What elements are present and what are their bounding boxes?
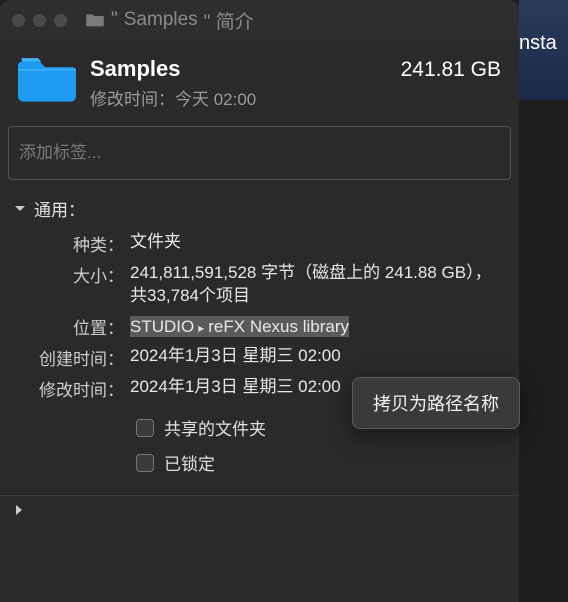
- created-value: 2024年1月3日 星期三 02:00: [130, 345, 501, 368]
- kind-label: 种类: [18, 231, 130, 256]
- locked-row[interactable]: 已锁定: [18, 450, 501, 475]
- general-info-rows: 种类 文件夹 大小 241,811,591,528 字节（磁盘上的 241.88…: [0, 225, 519, 489]
- zoom-button[interactable]: [54, 14, 67, 27]
- more-info-section-header[interactable]: [0, 495, 519, 520]
- titlebar[interactable]: "Samples" 简介: [0, 0, 519, 40]
- folder-name: Samples: [90, 56, 401, 82]
- modified-summary: 修改时间：今天 02:00: [90, 85, 401, 110]
- location-value[interactable]: STUDIO▸reFX Nexus library: [130, 314, 501, 340]
- folder-icon: [85, 12, 105, 28]
- copy-as-pathname-menu-item[interactable]: 拷贝为路径名称: [359, 384, 513, 422]
- background-window-fragment: nsta: [519, 0, 568, 100]
- kind-value: 文件夹: [130, 231, 501, 254]
- tags-field-container: [8, 126, 511, 180]
- folder-size: 241.81 GB: [401, 54, 501, 82]
- close-button[interactable]: [12, 14, 25, 27]
- general-section-header[interactable]: 通用：: [0, 188, 519, 225]
- header-section: Samples 修改时间：今天 02:00 241.81 GB: [0, 40, 519, 118]
- size-value: 241,811,591,528 字节（磁盘上的 241.88 GB），共33,7…: [130, 262, 501, 308]
- chevron-down-icon: [14, 203, 26, 215]
- info-window: "Samples" 简介 Samples 修改时间：今天 02:00 241.8…: [0, 0, 519, 602]
- traffic-lights: [12, 14, 67, 27]
- minimize-button[interactable]: [33, 14, 46, 27]
- window-title: "Samples" 简介: [85, 7, 507, 34]
- tags-input[interactable]: [9, 127, 510, 179]
- locked-checkbox[interactable]: [136, 454, 154, 472]
- location-label: 位置: [18, 314, 130, 339]
- context-menu: 拷贝为路径名称: [352, 377, 520, 429]
- size-label: 大小: [18, 262, 130, 287]
- modified-label: 修改时间: [18, 376, 130, 401]
- general-section-title: 通用：: [34, 196, 85, 221]
- locked-label: 已锁定: [164, 450, 215, 475]
- shared-checkbox[interactable]: [136, 419, 154, 437]
- shared-label: 共享的文件夹: [164, 415, 266, 440]
- path-separator-icon: ▸: [198, 321, 204, 335]
- chevron-right-icon: [14, 504, 24, 516]
- folder-large-icon: [18, 54, 76, 102]
- created-label: 创建时间: [18, 345, 130, 370]
